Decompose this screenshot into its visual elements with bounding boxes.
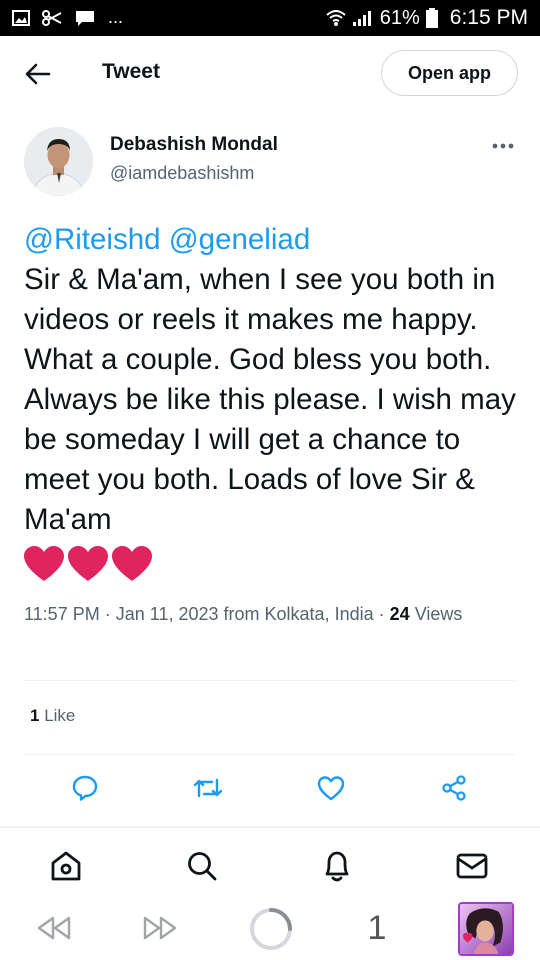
like-button[interactable] — [313, 770, 349, 806]
tweet-meta: 11:57 PM · Jan 11, 2023 from Kolkata, In… — [24, 600, 524, 628]
battery-icon — [425, 8, 438, 28]
reply-button[interactable] — [67, 770, 103, 806]
section-separator — [0, 826, 540, 828]
mention-link[interactable]: @Riteishd — [24, 223, 161, 256]
back-button[interactable] — [22, 58, 54, 90]
status-system-icons: 61% 6:15 PM — [326, 6, 528, 30]
scissors-notification-icon — [42, 9, 62, 26]
retweet-button[interactable] — [190, 770, 226, 806]
status-overflow: ... — [108, 7, 124, 27]
message-notification-icon — [76, 10, 94, 26]
status-notification-icons: ... — [12, 7, 123, 28]
share-button[interactable] — [436, 770, 472, 806]
red-heart-emoji — [68, 546, 108, 581]
more-dots-icon — [492, 143, 514, 149]
meta-separator: · — [378, 604, 385, 624]
browser-back-button[interactable] — [34, 912, 74, 944]
likes-count: 1 — [30, 706, 40, 725]
tweet-actions — [0, 770, 540, 810]
tweet-mentions: @Riteishd @geneliad — [24, 220, 524, 260]
nav-search[interactable] — [182, 846, 222, 886]
likes-label: Like — [44, 706, 76, 725]
nav-home[interactable] — [46, 846, 86, 886]
red-heart-emoji — [24, 546, 64, 581]
meta-separator: · — [104, 604, 111, 624]
browser-reload-button[interactable] — [248, 906, 294, 952]
avatar-photo — [24, 127, 93, 196]
signal-icon — [352, 11, 371, 26]
share-icon — [442, 775, 466, 801]
search-icon — [188, 852, 217, 881]
more-options-button[interactable] — [488, 134, 518, 158]
likes-count-link[interactable]: 1 Like — [30, 706, 75, 726]
status-time: 6:15 PM — [449, 6, 528, 29]
rewind-icon — [37, 916, 71, 940]
fast-forward-icon — [143, 916, 177, 940]
wifi-icon — [326, 10, 346, 26]
tweet-date[interactable]: Jan 11, 2023 — [116, 604, 219, 624]
reply-icon — [72, 775, 98, 801]
divider — [24, 754, 516, 755]
image-notification-icon — [12, 9, 30, 26]
tweet-body: Sir & Ma'am, when I see you both in vide… — [24, 263, 516, 536]
bell-icon — [325, 851, 349, 882]
profile-thumbnail-image — [460, 904, 512, 954]
heart-outline-icon — [317, 776, 345, 801]
tweet-location: from Kolkata, India — [223, 604, 374, 624]
bottom-nav — [0, 838, 540, 890]
nav-notifications[interactable] — [317, 846, 357, 886]
author-avatar[interactable] — [24, 127, 93, 196]
loading-spinner-icon — [250, 908, 292, 950]
status-bar: ... 61% 6:15 PM — [0, 0, 540, 36]
home-icon — [51, 851, 81, 881]
red-heart-emoji — [112, 546, 152, 581]
tweet-emoji — [24, 544, 524, 584]
mention-link[interactable]: @geneliad — [169, 223, 311, 256]
author-handle[interactable]: @iamdebashishm — [110, 163, 254, 184]
divider — [24, 680, 516, 681]
open-app-button[interactable]: Open app — [381, 50, 518, 96]
top-header: Tweet Open app — [0, 36, 540, 112]
views-label: Views — [414, 604, 463, 624]
browser-profile-thumbnail[interactable] — [458, 902, 514, 956]
page-title: Tweet — [102, 60, 160, 83]
browser-tab-count[interactable]: 1 — [360, 906, 394, 950]
tweet-text: @Riteishd @geneliad Sir & Ma'am, when I … — [24, 220, 524, 584]
mail-icon — [456, 853, 488, 879]
battery-percent: 61% — [379, 6, 420, 29]
nav-messages[interactable] — [452, 846, 492, 886]
browser-forward-button[interactable] — [140, 912, 180, 944]
browser-toolbar: 1 — [0, 896, 540, 960]
views-count: 24 — [389, 604, 410, 624]
author-name[interactable]: Debashish Mondal — [110, 134, 278, 156]
arrow-left-icon — [25, 63, 51, 85]
tweet-time[interactable]: 11:57 PM — [24, 604, 100, 624]
retweet-icon — [193, 778, 223, 798]
